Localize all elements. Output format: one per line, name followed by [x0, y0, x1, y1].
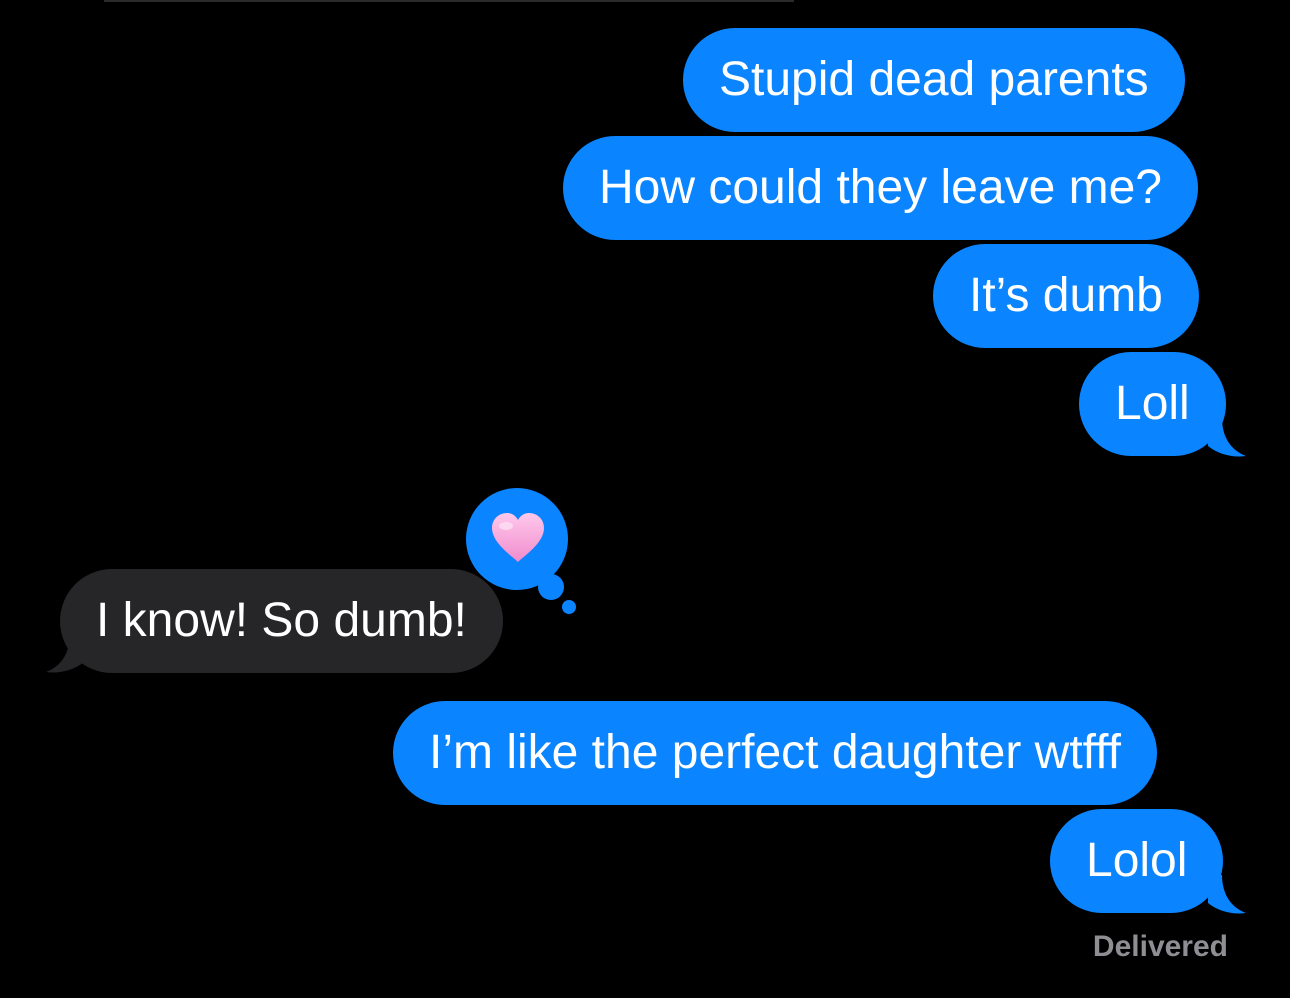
delivery-status: Delivered: [1092, 930, 1228, 963]
message-bubble-received[interactable]: I know! So dumb!: [60, 569, 503, 673]
message-bubble-sent[interactable]: How could they leave me?: [563, 136, 1198, 240]
message-text: I’m like the perfect daughter wtfff: [429, 726, 1121, 779]
reaction-tapback-dot: [562, 600, 576, 614]
message-bubble-sent[interactable]: Loll: [1079, 352, 1226, 456]
message-text: It’s dumb: [969, 269, 1163, 322]
message-text: How could they leave me?: [599, 161, 1162, 214]
message-text: Stupid dead parents: [719, 53, 1149, 106]
message-bubble-sent[interactable]: It’s dumb: [933, 244, 1199, 348]
message-bubble-sent[interactable]: I’m like the perfect daughter wtfff: [393, 701, 1157, 805]
heart-icon: [492, 513, 544, 562]
message-text: Loll: [1115, 377, 1190, 430]
message-bubble-sent[interactable]: Stupid dead parents: [683, 28, 1185, 132]
message-text: I know! So dumb!: [96, 594, 467, 647]
bubble-tail-sent: [1208, 418, 1246, 457]
bubble-tail-received: [46, 634, 84, 673]
reaction-tapback-dot: [538, 574, 564, 600]
message-bubble-sent[interactable]: Lolol: [1050, 809, 1224, 913]
message-text: Lolol: [1086, 834, 1188, 887]
bubble-tail-sent: [1208, 875, 1246, 914]
previous-content-divider: [104, 0, 794, 2]
